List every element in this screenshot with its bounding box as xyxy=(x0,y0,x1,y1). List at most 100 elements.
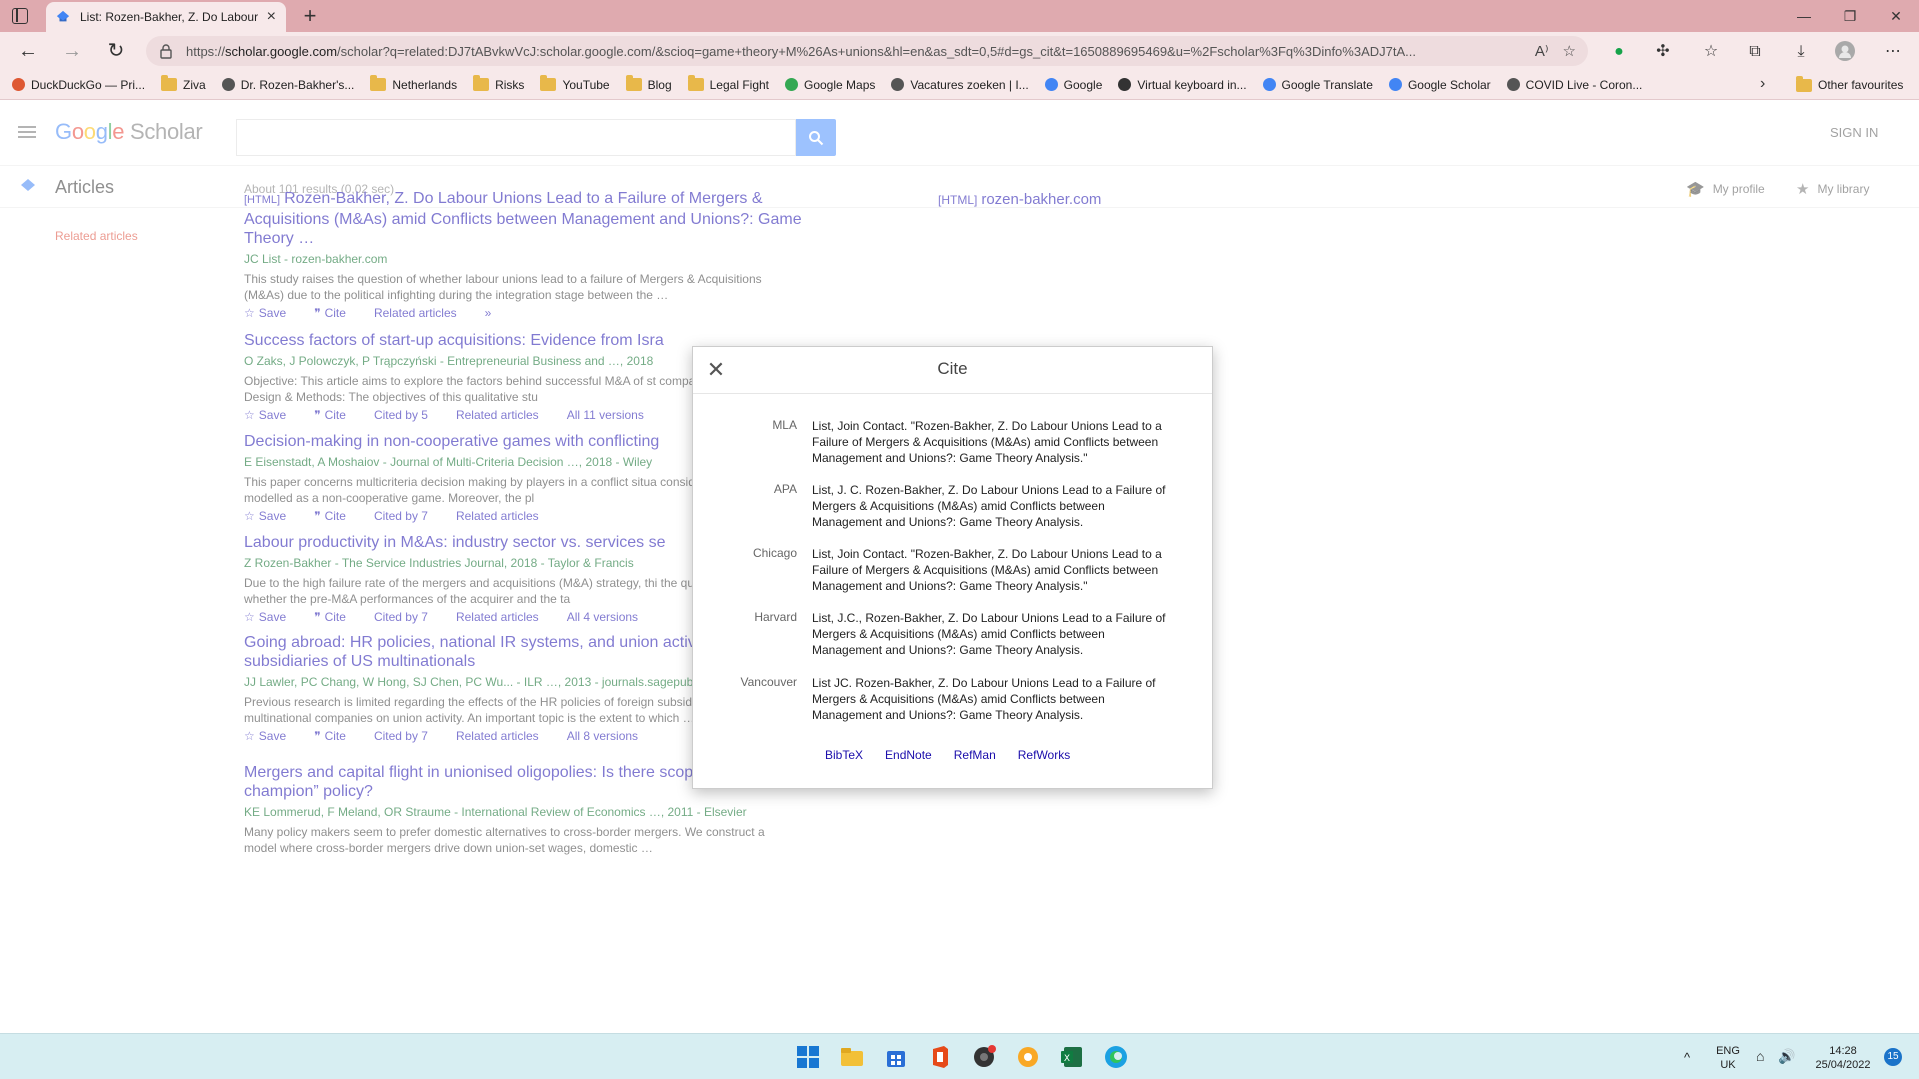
site-icon xyxy=(221,78,235,91)
result-action-link[interactable]: Cited by 7 xyxy=(374,729,442,743)
export-link[interactable]: RefMan xyxy=(954,748,996,762)
tab-actions-icon[interactable] xyxy=(12,8,28,24)
citation-text[interactable]: List, Join Contact. "Rozen-Bakher, Z. Do… xyxy=(812,418,1177,466)
result-action-link[interactable]: » xyxy=(485,306,506,320)
bookmark-item[interactable]: Dr. Rozen-Bakher's... xyxy=(221,78,354,92)
app-icon[interactable] xyxy=(970,1043,998,1071)
address-bar[interactable]: https://scholar.google.com/scholar?q=rel… xyxy=(146,36,1588,66)
result-action-link[interactable]: All 8 versions xyxy=(567,729,652,743)
settings-more-icon[interactable]: ⋯ xyxy=(1882,41,1904,63)
result-action-link[interactable]: Related articles xyxy=(456,610,553,624)
profile-avatar-icon[interactable] xyxy=(1834,41,1856,63)
bookmark-item[interactable]: Netherlands xyxy=(370,75,457,92)
network-icon[interactable]: ⌂ xyxy=(1756,1049,1764,1063)
result-action-link[interactable]: ❞ Cite xyxy=(314,610,360,624)
new-tab-button[interactable]: + xyxy=(296,2,324,30)
active-tab[interactable]: List: Rozen-Bakher, Z. Do Labour × xyxy=(46,2,286,32)
excel-icon[interactable]: X xyxy=(1058,1043,1086,1071)
export-link[interactable]: EndNote xyxy=(885,748,932,762)
my-profile-link[interactable]: 🎓 My profile xyxy=(1686,180,1765,198)
result-action-link[interactable]: Related articles xyxy=(456,509,553,523)
google-scholar-logo[interactable]: Google Scholar xyxy=(55,119,203,145)
bookmark-item[interactable]: COVID Live - Coron... xyxy=(1506,78,1642,92)
result-action-link[interactable]: All 11 versions xyxy=(567,408,658,422)
export-link[interactable]: RefWorks xyxy=(1018,748,1070,762)
read-aloud-icon[interactable]: A⁾ xyxy=(1535,42,1549,60)
bookmark-item[interactable]: Virtual keyboard in... xyxy=(1118,78,1247,92)
result-action-link[interactable]: ❞ Cite xyxy=(314,729,360,743)
result-authors: KE Lommerud, F Meland, OR Straume - Inte… xyxy=(244,805,747,819)
bookmark-item[interactable]: Risks xyxy=(473,75,524,92)
export-link[interactable]: BibTeX xyxy=(825,748,863,762)
result-action-link[interactable]: ☆ Save xyxy=(244,306,300,320)
tab-close-icon[interactable]: × xyxy=(267,8,276,26)
bookmark-item[interactable]: Google Scholar xyxy=(1388,78,1491,92)
bookmark-item[interactable]: Google Maps xyxy=(785,78,875,92)
downloads-icon[interactable]: ⤓ xyxy=(1790,41,1812,63)
result-action-link[interactable]: Cited by 5 xyxy=(374,408,442,422)
citation-text[interactable]: List JC. Rozen-Bakher, Z. Do Labour Unio… xyxy=(812,675,1177,723)
bookmark-item[interactable]: YouTube xyxy=(540,75,610,92)
windows-taskbar: X ^ ENG UK ⌂ 🔊 14:28 25/04/2022 15 xyxy=(0,1033,1919,1079)
show-hidden-icons[interactable]: ^ xyxy=(1684,1051,1690,1065)
bookmark-item[interactable]: DuckDuckGo — Pri... xyxy=(12,78,145,92)
grammarly-extension-icon[interactable]: ● xyxy=(1608,41,1630,63)
extensions-icon[interactable]: ✣ xyxy=(1652,41,1674,63)
bookmark-item[interactable]: Ziva xyxy=(161,75,206,92)
citation-text[interactable]: List, J. C. Rozen-Bakher, Z. Do Labour U… xyxy=(812,482,1177,530)
result-action-link[interactable]: ❞ Cite xyxy=(314,509,360,523)
add-favourite-icon[interactable]: ☆ xyxy=(1563,42,1576,60)
bookmark-item[interactable]: Blog xyxy=(625,75,672,92)
menu-icon[interactable] xyxy=(18,126,36,138)
back-button[interactable]: ← xyxy=(16,40,40,64)
bookmarks-overflow-icon[interactable]: › xyxy=(1760,75,1765,93)
restore-button[interactable]: ❐ xyxy=(1830,4,1870,28)
file-explorer-icon[interactable] xyxy=(838,1043,866,1071)
input-language[interactable]: ENG UK xyxy=(1716,1044,1740,1072)
result-action-link[interactable]: ❞ Cite xyxy=(314,306,360,320)
reload-button[interactable]: ↻ xyxy=(104,40,128,64)
result-action-link[interactable]: ☆ Save xyxy=(244,610,300,624)
clock[interactable]: 14:28 25/04/2022 xyxy=(1808,1044,1878,1072)
result-action-link[interactable]: ❞ Cite xyxy=(314,408,360,422)
result-title-link[interactable]: [HTML] Rozen-Bakher, Z. Do Labour Unions … xyxy=(244,189,844,248)
bookmark-item[interactable]: Vacatures zoeken | I... xyxy=(891,78,1029,92)
result-action-link[interactable]: ☆ Save xyxy=(244,509,300,523)
result-action-link[interactable]: Related articles xyxy=(456,408,553,422)
microsoft-store-icon[interactable] xyxy=(882,1043,910,1071)
search-input[interactable] xyxy=(236,119,796,156)
star-icon: ☆ xyxy=(244,509,255,523)
notification-badge[interactable]: 15 xyxy=(1884,1048,1902,1066)
chrome-canary-icon[interactable] xyxy=(1014,1043,1042,1071)
google-icon xyxy=(1044,78,1058,91)
result-action-link[interactable]: Cited by 7 xyxy=(374,509,442,523)
citation-text[interactable]: List, Join Contact. "Rozen-Bakher, Z. Do… xyxy=(812,546,1177,594)
sidebar-related-articles[interactable]: Related articles xyxy=(55,229,138,243)
result-action-link[interactable]: ☆ Save xyxy=(244,729,300,743)
close-window-button[interactable]: ✕ xyxy=(1876,4,1916,28)
start-windows-icon[interactable] xyxy=(794,1043,822,1071)
result-action-link[interactable]: All 4 versions xyxy=(567,610,652,624)
bookmark-item[interactable]: Legal Fight xyxy=(687,75,769,92)
result-fulltext-link[interactable]: [HTML] rozen-bakher.com xyxy=(938,191,1101,208)
cite-dialog: ✕ Cite MLA List, Join Contact. "Rozen-Bak… xyxy=(692,346,1213,789)
result-action-link[interactable]: ☆ Save xyxy=(244,408,300,422)
search-button[interactable] xyxy=(796,119,836,156)
sign-in-link[interactable]: SIGN IN xyxy=(1830,125,1878,140)
result-action-link[interactable]: Related articles xyxy=(456,729,553,743)
result-action-link[interactable]: Related articles xyxy=(374,306,471,320)
forward-button[interactable]: → xyxy=(60,40,84,64)
collections-icon[interactable]: ⧉ xyxy=(1744,41,1766,63)
result-action-link[interactable]: Cited by 7 xyxy=(374,610,442,624)
translate-icon xyxy=(1262,78,1276,91)
bookmark-item[interactable]: Google Translate xyxy=(1262,78,1373,92)
volume-icon[interactable]: 🔊 xyxy=(1778,1049,1795,1063)
my-library-link[interactable]: ★ My library xyxy=(1796,180,1869,198)
bookmark-item[interactable]: Google xyxy=(1044,78,1102,92)
citation-text[interactable]: List, J.C., Rozen-Bakher, Z. Do Labour U… xyxy=(812,610,1177,658)
edge-icon[interactable] xyxy=(1102,1043,1130,1071)
office-icon[interactable] xyxy=(926,1043,954,1071)
minimize-button[interactable]: — xyxy=(1784,4,1824,28)
favourites-icon[interactable]: ☆ xyxy=(1700,41,1722,63)
other-favourites[interactable]: Other favourites xyxy=(1796,70,1903,100)
